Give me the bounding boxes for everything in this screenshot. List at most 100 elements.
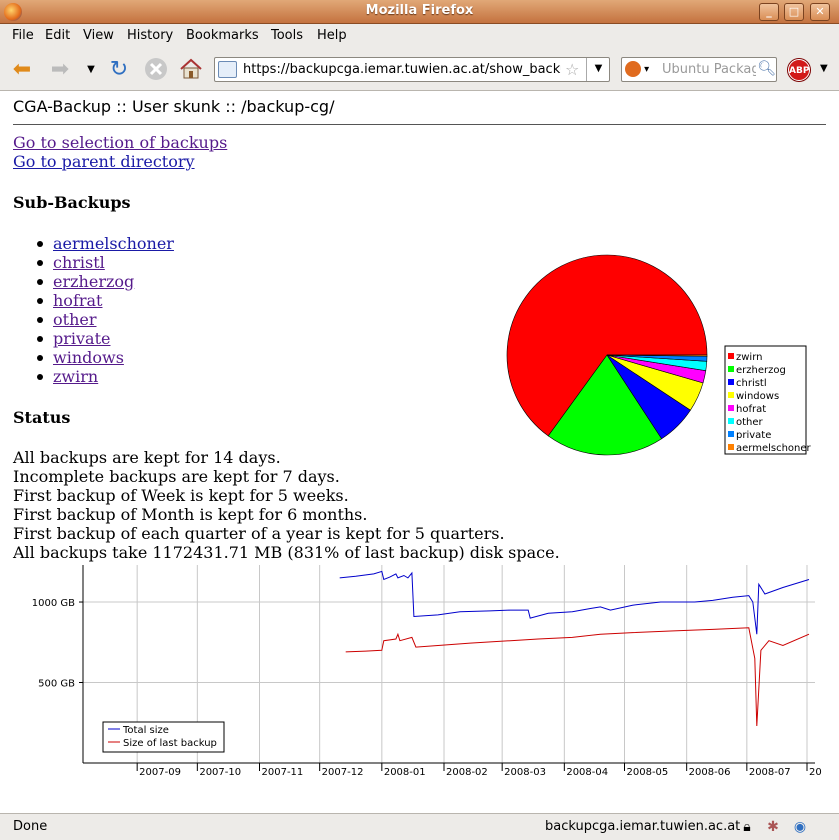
x-tick-label: 2008-03 <box>504 767 546 778</box>
sub-backups-heading: Sub-Backups <box>13 193 131 212</box>
search-icon[interactable]: 🔍︎ <box>757 59 776 77</box>
legend-label-other: other <box>736 417 764 428</box>
stop-icon <box>143 57 169 83</box>
list-item: zwirn <box>37 367 174 386</box>
globe-icon[interactable]: ◉ <box>791 818 809 836</box>
legend-label: Total size <box>122 725 169 736</box>
search-input[interactable]: Ubuntu Packag <box>662 62 756 77</box>
legend-swatch-private <box>728 431 734 437</box>
search-bar[interactable]: ▾ Ubuntu Packag 🔍︎ <box>621 57 777 82</box>
x-tick-label: 2007-09 <box>139 767 181 778</box>
maximize-button[interactable]: □ <box>784 3 804 21</box>
list-item: hofrat <box>37 291 174 310</box>
sub-backup-link-windows[interactable]: windows <box>53 348 124 367</box>
menu-file[interactable]: File <box>12 28 34 43</box>
x-tick-label: 2007-10 <box>199 767 241 778</box>
sub-backup-link-aermelschoner[interactable]: aermelschoner <box>53 234 174 253</box>
sub-backup-link-hofrat[interactable]: hofrat <box>53 291 102 310</box>
link-parent-directory[interactable]: Go to parent directory <box>13 152 227 171</box>
url-dropdown-icon[interactable]: ▼ <box>586 58 610 81</box>
status-bar: Done backupcga.iemar.tuwien.ac.at 🔒︎ ✱ ◉ <box>0 813 839 840</box>
sub-backup-link-zwirn[interactable]: zwirn <box>53 367 98 386</box>
menu-help[interactable]: Help <box>317 28 347 43</box>
site-identity-icon[interactable] <box>218 61 237 78</box>
page-title: CGA-Backup :: User skunk :: /backup-cg/ <box>13 97 335 116</box>
forward-icon: ➡ <box>50 57 70 82</box>
back-icon[interactable]: ⬅ <box>9 57 35 83</box>
status-line: First backup of Month is kept for 6 mont… <box>13 505 368 524</box>
legend-swatch-aermelschoner <box>728 444 734 450</box>
y-tick-label: 500 GB <box>38 679 75 690</box>
list-item: aermelschoner <box>37 234 174 253</box>
url-bar[interactable]: https://backupcga.iemar.tuwien.ac.at/sho… <box>214 57 610 82</box>
legend-label-christl: christl <box>736 378 767 389</box>
status-host: backupcga.iemar.tuwien.ac.at <box>545 819 741 834</box>
x-tick-label: 2008-01 <box>384 767 426 778</box>
window-title: Mozilla Firefox <box>365 3 474 18</box>
home-icon[interactable] <box>178 57 204 83</box>
search-engine-icon[interactable]: ▾ <box>625 61 659 78</box>
x-tick-label: 2008-06 <box>689 767 731 778</box>
x-tick-label: 2008-02 <box>446 767 488 778</box>
x-tick-label: 20 <box>809 767 822 778</box>
status-heading: Status <box>13 408 71 427</box>
url-text[interactable]: https://backupcga.iemar.tuwien.ac.at/sho… <box>243 62 561 77</box>
history-dropdown-icon[interactable]: ▼ <box>78 57 104 83</box>
title-bar: Mozilla Firefox _ □ ✕ <box>0 0 839 24</box>
series-line-size-of-last-backup <box>345 627 810 727</box>
legend-label-windows: windows <box>736 391 779 402</box>
sub-backup-link-private[interactable]: private <box>53 329 110 348</box>
legend-label: Size of last backup <box>123 738 217 749</box>
list-item: erzherzog <box>37 272 174 291</box>
sub-backup-link-christl[interactable]: christl <box>53 253 105 272</box>
x-tick-label: 2008-07 <box>749 767 791 778</box>
nav-links: Go to selection of backups Go to parent … <box>13 133 227 171</box>
adblock-icon[interactable]: ABP <box>788 59 810 81</box>
legend-swatch-other <box>728 418 734 424</box>
legend-swatch-zwirn <box>728 353 734 359</box>
legend-swatch-christl <box>728 379 734 385</box>
legend-swatch-hofrat <box>728 405 734 411</box>
close-button[interactable]: ✕ <box>810 3 830 21</box>
divider <box>13 124 826 125</box>
link-selection-of-backups[interactable]: Go to selection of backups <box>13 133 227 152</box>
list-item: windows <box>37 348 174 367</box>
page-content: CGA-Backup :: User skunk :: /backup-cg/ … <box>0 91 839 813</box>
reload-icon[interactable]: ↻ <box>106 57 132 83</box>
sub-backup-link-erzherzog[interactable]: erzherzog <box>53 272 134 291</box>
legend-label-erzherzog: erzherzog <box>736 365 786 376</box>
menu-tools[interactable]: Tools <box>271 28 303 43</box>
status-line: Incomplete backups are kept for 7 days. <box>13 467 340 486</box>
menu-bar: File Edit View History Bookmarks Tools H… <box>0 24 839 49</box>
legend-label-private: private <box>736 430 771 441</box>
legend-swatch-windows <box>728 392 734 398</box>
status-text: All backups are kept for 14 days. Incomp… <box>13 448 560 562</box>
minimize-button[interactable]: _ <box>759 3 779 21</box>
legend-label-aermelschoner: aermelschoner <box>736 443 812 454</box>
menu-history[interactable]: History <box>127 28 173 43</box>
list-item: private <box>37 329 174 348</box>
status-text-done: Done <box>13 819 48 834</box>
bug-icon[interactable]: ✱ <box>764 818 782 836</box>
backup-size-line-chart: 2007-09 2007-10 2007-11 2007-12 2008-01 2008-… <box>32 565 822 778</box>
adblock-dropdown-icon[interactable]: ▼ <box>820 63 828 74</box>
series-line-total-size <box>339 570 810 635</box>
status-line: First backup of each quarter of a year i… <box>13 524 505 543</box>
sub-backup-pie-chart: zwirn erzherzog christl windows hofrat other p… <box>506 254 812 456</box>
bookmark-star-icon[interactable]: ☆ <box>565 60 579 79</box>
legend-label-zwirn: zwirn <box>736 352 762 363</box>
list-item: christl <box>37 253 174 272</box>
status-line: All backups take 1172431.71 MB (831% of … <box>13 543 560 562</box>
x-tick-label: 2007-12 <box>322 767 364 778</box>
status-line: All backups are kept for 14 days. <box>13 448 281 467</box>
menu-view[interactable]: View <box>83 28 114 43</box>
menu-edit[interactable]: Edit <box>45 28 70 43</box>
sub-backup-link-other[interactable]: other <box>53 310 96 329</box>
legend-swatch-erzherzog <box>728 366 734 372</box>
menu-bookmarks[interactable]: Bookmarks <box>186 28 259 43</box>
legend-label-hofrat: hofrat <box>736 404 766 415</box>
x-tick-label: 2008-04 <box>566 767 608 778</box>
y-tick-label: 1000 GB <box>32 598 75 609</box>
lock-icon[interactable]: 🔒︎ <box>738 818 756 836</box>
sub-backups-list: aermelschoner christl erzherzog hofrat o… <box>37 234 174 386</box>
